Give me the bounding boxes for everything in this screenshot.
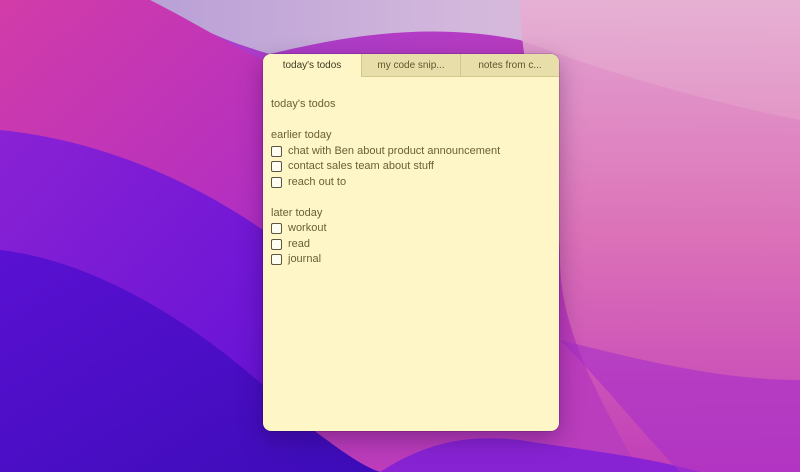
checkbox[interactable] (271, 254, 282, 266)
todo-item: read (271, 237, 551, 253)
todo-label: read (288, 237, 311, 250)
todo-label: contact sales team about stuff (288, 160, 434, 172)
todo-item: chat with Ben about product announcement (271, 144, 551, 160)
todo-label: journal (288, 253, 322, 265)
tab-my-code-snippets[interactable]: my code snip... (361, 54, 460, 76)
todo-label: workout (288, 222, 327, 234)
todo-item: workout (271, 221, 551, 237)
todo-label: reach out to (288, 175, 347, 188)
todo-item: journal (271, 252, 551, 268)
tab-bar: today's todos my code snip... notes from… (263, 54, 559, 77)
todo-list: workout read journal (271, 221, 551, 268)
todo-item: contact sales team about stuff (271, 159, 551, 175)
note-text-area[interactable]: today's todos earlier today chat with Be… (263, 77, 559, 268)
checkbox[interactable] (271, 176, 282, 188)
checkbox[interactable] (271, 238, 282, 250)
todo-item: reach out to (271, 175, 551, 191)
todo-list: chat with Ben about product announcement… (271, 144, 551, 191)
stickies-note-window[interactable]: today's todos my code snip... notes from… (263, 54, 559, 431)
note-title: today's todos (271, 98, 336, 110)
checkbox[interactable] (271, 223, 282, 235)
tab-label: my code snip... (377, 59, 445, 71)
todo-label: chat with Ben about product announcement (288, 144, 501, 157)
checkbox[interactable] (271, 161, 282, 173)
tab-todays-todos[interactable]: today's todos (263, 54, 361, 77)
tab-notes-from-c[interactable]: notes from c... (460, 54, 559, 76)
tab-label: notes from c... (478, 59, 542, 71)
section-heading: later today (271, 206, 323, 219)
section-heading: earlier today (271, 129, 332, 141)
checkbox[interactable] (271, 145, 282, 157)
tab-label: today's todos (282, 60, 342, 71)
